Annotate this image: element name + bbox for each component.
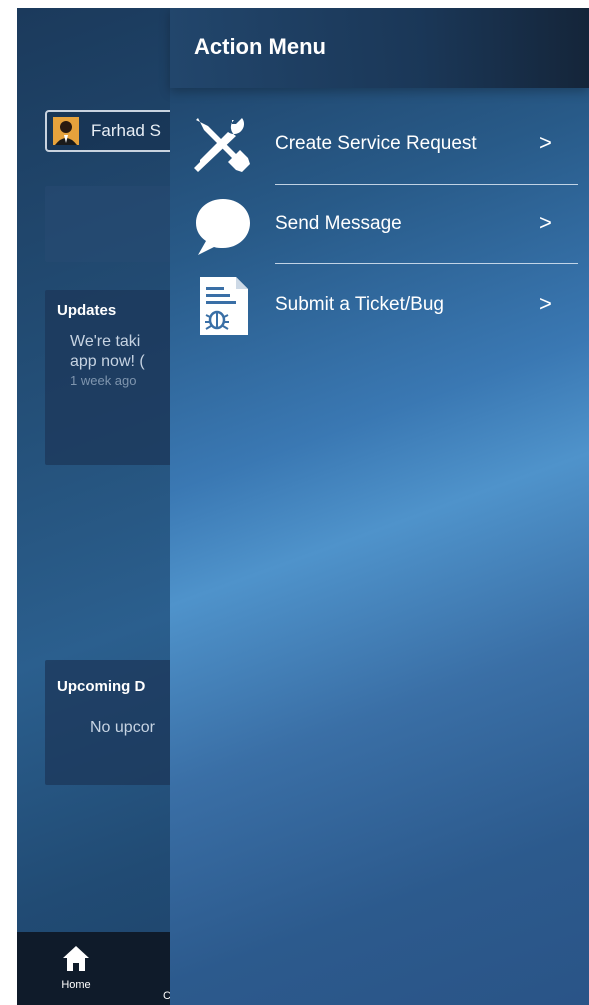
menu-item-label: Submit a Ticket/Bug — [275, 294, 444, 315]
menu-item-label: Send Message — [275, 213, 402, 234]
user-avatar-icon — [53, 117, 79, 145]
nav-home-label: Home — [61, 979, 91, 991]
chevron-right-icon: > — [539, 291, 552, 316]
upcoming-title: Upcoming D — [57, 678, 146, 695]
user-name: Farhad S — [91, 121, 161, 140]
menu-item-create-service-request[interactable]: Create Service Request > — [170, 106, 589, 186]
action-menu-drawer: Action Menu Create Service Request > Sen… — [170, 8, 589, 1005]
nav-home[interactable]: Home — [53, 944, 99, 991]
home-icon — [61, 946, 91, 976]
updates-line-1: We're taki — [70, 333, 141, 350]
updates-title: Updates — [57, 302, 117, 319]
updates-timestamp: 1 week ago — [70, 373, 137, 388]
message-bubble-icon — [192, 195, 254, 257]
menu-item-send-message[interactable]: Send Message > — [170, 185, 589, 265]
menu-divider — [275, 263, 578, 264]
menu-item-submit-ticket-bug[interactable]: Submit a Ticket/Bug > — [170, 265, 589, 345]
chevron-right-icon: > — [539, 210, 552, 235]
app-screen: Farhad S Updates We're taki app now! ( 1… — [17, 8, 589, 1005]
upcoming-empty-text: No upcor — [90, 719, 155, 736]
chevron-right-icon: > — [539, 130, 552, 155]
bug-report-icon — [192, 275, 254, 337]
menu-item-label: Create Service Request — [275, 133, 477, 154]
tools-icon — [192, 114, 254, 176]
updates-line-2: app now! ( — [70, 353, 145, 370]
drawer-title: Action Menu — [194, 34, 326, 59]
